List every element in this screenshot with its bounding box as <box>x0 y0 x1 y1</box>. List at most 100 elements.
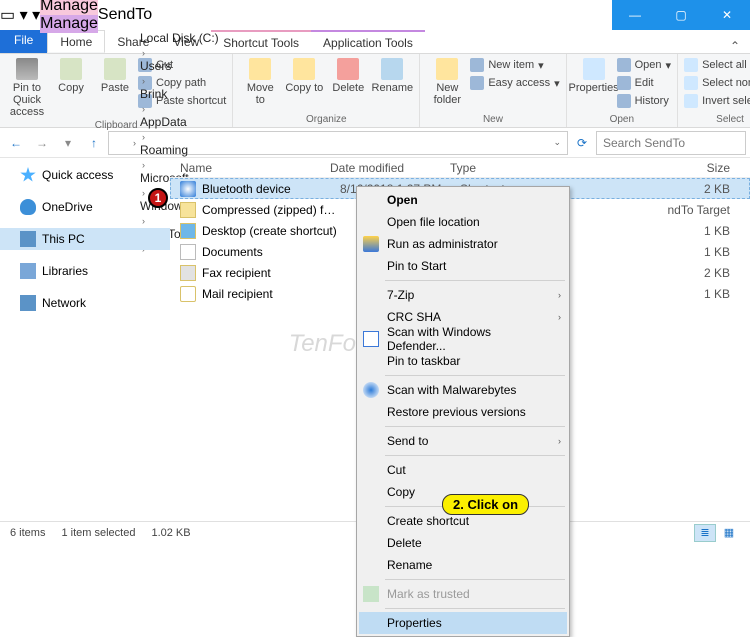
delete-button[interactable]: Delete <box>327 56 369 108</box>
annotation-step-2: 2. Click on <box>442 494 529 515</box>
titlebar-outer: ▭ ▾ ▾ Manage Manage SendTo — ▢ ✕ <box>0 0 750 30</box>
nav-libraries[interactable]: Libraries <box>0 260 170 282</box>
ctx-mark-trusted: Mark as trusted <box>359 583 567 605</box>
properties-button[interactable]: Properties <box>573 56 615 110</box>
file-icon <box>180 265 196 281</box>
details-view-button[interactable]: ≣ <box>694 524 716 542</box>
select-none-button[interactable]: Select none <box>684 74 750 92</box>
defender-icon <box>363 331 379 347</box>
group-select-label: Select <box>716 114 744 127</box>
file-size: 1 KB <box>580 287 750 301</box>
paste-button[interactable]: Paste <box>94 56 136 120</box>
file-name: Fax recipient <box>202 266 340 280</box>
breadcrumb-segment[interactable]: Brink <box>140 87 219 101</box>
breadcrumb-segment[interactable]: Users <box>140 59 219 73</box>
ctx-cut[interactable]: Cut <box>359 459 567 481</box>
chevron-right-icon: › <box>140 132 147 142</box>
breadcrumb-segment[interactable]: Roaming <box>140 143 219 157</box>
ctx-run-admin[interactable]: Run as administrator <box>359 233 567 255</box>
nav-quick-access[interactable]: Quick access <box>0 164 170 186</box>
check-icon <box>363 586 379 602</box>
group-organize-label: Organize <box>306 114 347 127</box>
ctx-rename[interactable]: Rename <box>359 554 567 576</box>
col-type: Type <box>450 161 570 175</box>
navigation-pane: Quick access OneDrive This PC Libraries … <box>0 158 170 518</box>
forward-button[interactable]: → <box>30 131 54 155</box>
edit-button[interactable]: Edit <box>617 74 671 92</box>
select-all-button[interactable]: Select all <box>684 56 750 74</box>
file-icon <box>180 223 196 239</box>
breadcrumb-segment[interactable]: AppData <box>140 115 219 129</box>
ctx-open[interactable]: Open <box>359 189 567 211</box>
address-bar: ← → ▾ ↑ › Local Disk (C:)›Users›Brink›Ap… <box>0 128 750 158</box>
nav-onedrive[interactable]: OneDrive <box>0 196 170 218</box>
thumbnails-view-button[interactable]: ▦ <box>718 524 740 542</box>
invert-selection-button[interactable]: Invert selection <box>684 92 750 110</box>
col-size: Size <box>570 161 750 175</box>
copy-to-button[interactable]: Copy to <box>283 56 325 108</box>
nav-network[interactable]: Network <box>0 292 170 314</box>
shortcut-tools-tab[interactable]: Shortcut Tools <box>211 30 311 53</box>
file-size: 1 KB <box>580 245 750 259</box>
group-open-label: Open <box>610 114 634 127</box>
qat-properties-icon[interactable]: ▭ <box>0 7 15 24</box>
column-headers[interactable]: Name Date modified Type Size <box>170 158 750 178</box>
copy-button[interactable]: Copy <box>50 56 92 120</box>
ctx-open-location[interactable]: Open file location <box>359 211 567 233</box>
file-name: Desktop (create shortcut) <box>202 224 340 238</box>
ctx-delete[interactable]: Delete <box>359 532 567 554</box>
maximize-button[interactable]: ▢ <box>658 0 704 30</box>
chevron-right-icon: › <box>140 104 147 114</box>
qat-customize-icon[interactable]: ▾ <box>32 7 40 24</box>
contextual-tab-shortcut[interactable]: Manage <box>40 0 98 15</box>
chevron-right-icon: › <box>558 290 561 300</box>
qat-newfolder-icon[interactable]: ▾ <box>20 7 28 24</box>
easy-access-button[interactable]: Easy access ▾ <box>470 74 559 92</box>
ctx-restore[interactable]: Restore previous versions <box>359 401 567 423</box>
contextual-tab-app[interactable]: Manage <box>40 15 98 33</box>
file-name: Documents <box>202 245 340 259</box>
home-tab[interactable]: Home <box>47 30 105 53</box>
context-menu: Open Open file location Run as administr… <box>356 186 570 637</box>
col-name: Name <box>170 161 330 175</box>
file-size: 2 KB <box>580 266 750 280</box>
file-size: 1 KB <box>580 224 750 238</box>
breadcrumb-segment[interactable]: Local Disk (C:) <box>140 31 219 45</box>
ctx-malwarebytes[interactable]: Scan with Malwarebytes <box>359 379 567 401</box>
malwarebytes-icon <box>363 382 379 398</box>
pin-quick-access-button[interactable]: Pin to Quick access <box>6 56 48 120</box>
chevron-right-icon: › <box>140 48 147 58</box>
ctx-defender[interactable]: Scan with Windows Defender... <box>359 328 567 350</box>
new-item-button[interactable]: New item ▾ <box>470 56 559 74</box>
minimize-button[interactable]: — <box>612 0 658 30</box>
nav-this-pc[interactable]: This PC <box>0 228 170 250</box>
application-tools-tab[interactable]: Application Tools <box>311 30 425 53</box>
file-icon <box>180 202 196 218</box>
new-folder-button[interactable]: New folder <box>426 56 468 108</box>
ctx-pin-start[interactable]: Pin to Start <box>359 255 567 277</box>
breadcrumb[interactable]: › Local Disk (C:)›Users›Brink›AppData›Ro… <box>108 131 568 155</box>
ctx-pin-taskbar[interactable]: Pin to taskbar <box>359 350 567 372</box>
history-button[interactable]: History <box>617 92 671 110</box>
file-icon <box>180 181 196 197</box>
breadcrumb-dropdown-icon[interactable]: ⌄ <box>551 137 563 148</box>
move-to-button[interactable]: Move to <box>239 56 281 108</box>
chevron-right-icon: › <box>140 76 147 86</box>
rename-button[interactable]: Rename <box>371 56 413 108</box>
back-button[interactable]: ← <box>4 131 28 155</box>
recent-button[interactable]: ▾ <box>56 131 80 155</box>
file-name: Bluetooth device <box>202 182 340 196</box>
close-button[interactable]: ✕ <box>704 0 750 30</box>
ctx-7zip[interactable]: 7-Zip› <box>359 284 567 306</box>
folder-icon <box>113 135 129 151</box>
ctx-properties[interactable]: Properties <box>359 612 567 634</box>
open-button[interactable]: Open ▾ <box>617 56 671 74</box>
status-size: 1.02 KB <box>151 527 190 539</box>
ctx-send-to[interactable]: Send to› <box>359 430 567 452</box>
refresh-button[interactable]: ⟳ <box>570 136 594 150</box>
up-button[interactable]: ↑ <box>82 131 106 155</box>
quick-access-toolbar: ▭ ▾ ▾ <box>0 5 40 25</box>
ribbon-expand-icon[interactable]: ⌃ <box>720 39 750 53</box>
shield-icon <box>363 236 379 252</box>
search-input[interactable]: Search SendTo <box>596 131 746 155</box>
